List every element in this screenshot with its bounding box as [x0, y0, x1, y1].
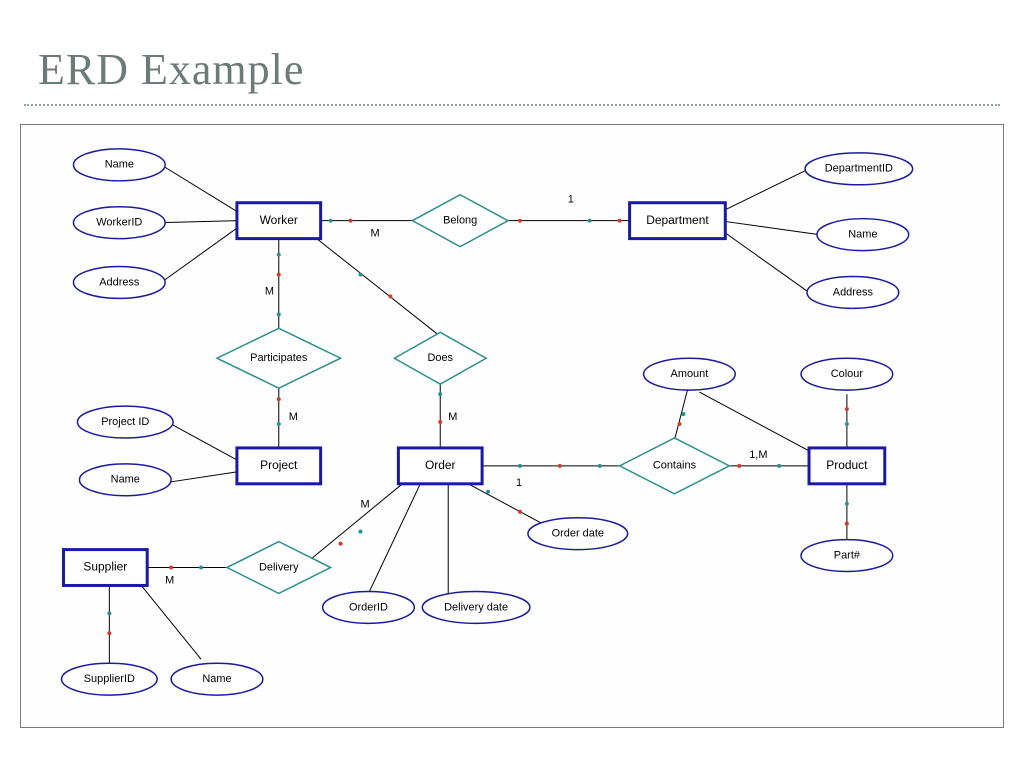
attr-dept-name: Name — [817, 219, 909, 251]
attr-project-id: Project ID — [77, 406, 173, 438]
attr-worker-address: Address — [73, 267, 165, 299]
svg-text:SupplierID: SupplierID — [84, 673, 135, 685]
rel-delivery: Delivery — [227, 542, 331, 594]
rel-contains: Contains — [620, 438, 730, 494]
attr-worker-name: Name — [73, 149, 165, 181]
card-does-order: M — [448, 411, 457, 423]
svg-text:Project ID: Project ID — [101, 416, 149, 428]
card-belong-worker: M — [370, 228, 379, 240]
card-part-worker: M — [265, 285, 274, 297]
svg-text:Project: Project — [260, 458, 298, 472]
page-title: ERD Example — [38, 44, 304, 95]
entity-order: Order — [398, 448, 482, 484]
entity-department: Department — [630, 203, 726, 239]
svg-text:Order: Order — [425, 458, 456, 472]
entity-supplier: Supplier — [63, 550, 147, 586]
card-contains-order: 1 — [516, 477, 522, 489]
card-deliv-order: M — [361, 499, 370, 511]
svg-text:OrderID: OrderID — [349, 601, 388, 613]
attr-dept-address: Address — [807, 276, 899, 308]
svg-text:Colour: Colour — [831, 368, 864, 380]
svg-text:Participates: Participates — [250, 352, 308, 364]
svg-text:Address: Address — [99, 276, 140, 288]
rel-belong: Belong — [412, 195, 508, 247]
card-deliv-supplier: M — [165, 574, 174, 586]
svg-text:Amount: Amount — [671, 368, 709, 380]
slide: ERD Example — [0, 0, 1024, 768]
svg-text:Name: Name — [848, 229, 877, 241]
rel-does: Does — [394, 332, 486, 384]
entity-product: Product — [809, 448, 885, 484]
attr-delivery-date: Delivery date — [422, 591, 530, 623]
attr-supplier-id: SupplierID — [61, 663, 157, 695]
diagram-canvas: Name WorkerID Address DepartmentID Name … — [20, 124, 1004, 728]
svg-text:Name: Name — [105, 159, 134, 171]
svg-text:Name: Name — [111, 474, 140, 486]
svg-text:Name: Name — [202, 673, 231, 685]
erd-svg: Name WorkerID Address DepartmentID Name … — [21, 125, 1003, 727]
attr-dept-id: DepartmentID — [805, 153, 913, 185]
attr-supplier-name: Name — [171, 663, 263, 695]
card-contains-prod: 1,M — [749, 449, 767, 461]
rel-participates: Participates — [217, 328, 341, 388]
attr-order-id: OrderID — [323, 591, 415, 623]
card-belong-dept: 1 — [568, 194, 574, 206]
svg-text:WorkerID: WorkerID — [96, 217, 142, 229]
title-divider — [24, 104, 1000, 106]
attr-part-no: Part# — [801, 540, 893, 572]
svg-text:Worker: Worker — [260, 213, 298, 227]
attr-colour: Colour — [801, 358, 893, 390]
card-part-project: M — [289, 411, 298, 423]
svg-text:DepartmentID: DepartmentID — [825, 163, 893, 175]
svg-text:Delivery date: Delivery date — [444, 601, 508, 613]
svg-text:Belong: Belong — [443, 215, 477, 227]
svg-text:Part#: Part# — [834, 549, 861, 561]
svg-text:Delivery: Delivery — [259, 561, 299, 573]
attr-project-name: Name — [79, 464, 171, 496]
attr-amount: Amount — [644, 358, 736, 390]
svg-text:Order date: Order date — [552, 528, 604, 540]
svg-text:Address: Address — [833, 286, 874, 298]
svg-text:Contains: Contains — [653, 460, 697, 472]
attr-order-date: Order date — [528, 518, 628, 550]
svg-text:Product: Product — [826, 458, 868, 472]
entity-worker: Worker — [237, 203, 321, 239]
svg-text:Does: Does — [427, 352, 453, 364]
attr-worker-id: WorkerID — [73, 207, 165, 239]
entity-project: Project — [237, 448, 321, 484]
svg-text:Department: Department — [646, 213, 709, 227]
svg-text:Supplier: Supplier — [83, 560, 127, 574]
edge-dots — [107, 219, 849, 636]
